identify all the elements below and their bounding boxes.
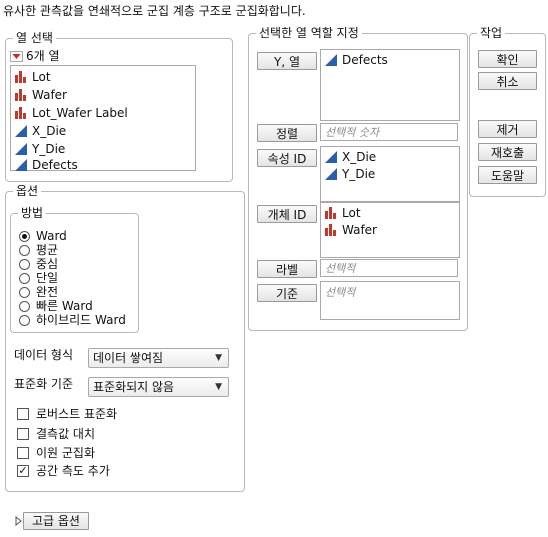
- nominal-bar-icon: [325, 224, 336, 236]
- radio-icon[interactable]: [19, 258, 30, 270]
- list-item[interactable]: Defects: [325, 51, 388, 69]
- column-item-label: Lot: [32, 70, 51, 84]
- actions-panel: 작업 확인 취소 제거 재호출 도움말: [469, 25, 546, 197]
- chevron-down-icon: ▼: [215, 353, 222, 363]
- checkbox-icon[interactable]: [17, 447, 29, 459]
- y-columns-list[interactable]: Defects: [320, 49, 460, 121]
- data-format-value: 데이터 쌓여짐: [93, 351, 164, 365]
- nominal-bar-icon: [325, 207, 336, 219]
- impute-missing-checkbox[interactable]: 결측값 대치: [17, 425, 95, 443]
- by-list[interactable]: 선택적: [320, 281, 460, 320]
- standardize-select[interactable]: 표준화되지 않음 ▼: [88, 377, 229, 397]
- checkbox-label: 공간 측도 추가: [36, 464, 110, 478]
- nominal-bar-icon: [15, 89, 26, 101]
- checkbox-icon[interactable]: [17, 428, 29, 440]
- advanced-options-toggle[interactable]: 고급 옵션: [15, 512, 89, 530]
- checkbox-label: 로버스트 표준화: [36, 407, 118, 421]
- role-assignment-panel: 선택한 열 역할 지정 Y, 열 Defects 정렬 선택적 숫자 속성 ID…: [248, 25, 468, 331]
- checkbox-icon[interactable]: [17, 408, 29, 420]
- label-button[interactable]: 라벨: [257, 260, 317, 278]
- object-id-list[interactable]: Lot Wafer: [320, 202, 460, 258]
- list-item-label: Defects: [342, 53, 388, 67]
- column-count-label: 6개 열: [26, 49, 60, 63]
- column-selection-title: 열 선택: [13, 30, 56, 46]
- instruction-text: 유사한 관측값을 연쇄적으로 군집 계층 구조로 군집화합니다.: [3, 4, 306, 18]
- actions-title: 작업: [477, 25, 506, 41]
- standardize-value: 표준화되지 않음: [93, 380, 175, 394]
- radio-label: 하이브리드 Ward: [36, 313, 126, 327]
- standardize-label: 표준화 기준: [14, 377, 74, 391]
- column-item-lot[interactable]: Lot: [15, 68, 51, 86]
- column-count-menu[interactable]: 6개 열: [10, 48, 60, 64]
- radio-icon[interactable]: [19, 314, 30, 326]
- radio-icon[interactable]: [19, 272, 30, 284]
- method-title: 방법: [18, 205, 47, 221]
- by-button[interactable]: 기준: [257, 284, 317, 302]
- list-item[interactable]: Y_Die: [325, 165, 375, 183]
- continuous-triangle-icon: [325, 151, 337, 163]
- column-item-label: Wafer: [32, 88, 67, 102]
- advanced-options-button[interactable]: 고급 옵션: [23, 512, 89, 530]
- continuous-triangle-icon: [325, 54, 337, 66]
- continuous-triangle-icon: [325, 168, 337, 180]
- continuous-triangle-icon: [15, 159, 27, 171]
- column-list[interactable]: Lot Wafer Lot_Wafer Label X_Die Y_Die De…: [10, 65, 196, 174]
- column-item-label: Defects: [32, 158, 78, 172]
- column-item-lot-wafer-label[interactable]: Lot_Wafer Label: [15, 104, 128, 122]
- list-item-label: Y_Die: [342, 167, 376, 181]
- order-button[interactable]: 정렬: [257, 124, 317, 142]
- options-title: 옵션: [13, 183, 42, 199]
- two-way-clustering-checkbox[interactable]: 이원 군집화: [17, 444, 95, 462]
- nominal-bar-icon: [15, 71, 26, 83]
- order-field[interactable]: 선택적 숫자: [320, 123, 458, 141]
- checkbox-checked-icon[interactable]: ✓: [17, 465, 29, 477]
- list-item[interactable]: Lot: [325, 204, 361, 222]
- chevron-down-icon: ▼: [215, 382, 222, 392]
- method-radio-hybrid-ward[interactable]: 하이브리드 Ward: [19, 312, 126, 328]
- attribute-id-list[interactable]: X_Die Y_Die: [320, 146, 460, 202]
- recall-button[interactable]: 재호출: [478, 143, 537, 161]
- column-item-label: X_Die: [32, 124, 67, 138]
- list-item[interactable]: X_Die: [325, 148, 376, 166]
- attribute-id-button[interactable]: 속성 ID: [257, 149, 317, 167]
- radio-icon[interactable]: [19, 286, 30, 298]
- column-item-wafer[interactable]: Wafer: [15, 86, 67, 104]
- by-placeholder: 선택적: [325, 286, 356, 299]
- radio-icon[interactable]: [19, 244, 30, 256]
- column-selection-panel: 열 선택 6개 열 Lot Wafer Lot_Wafer Label X_Di…: [5, 30, 233, 182]
- red-triangle-menu-icon[interactable]: [10, 50, 23, 62]
- robust-standardize-checkbox[interactable]: 로버스트 표준화: [17, 405, 117, 423]
- nominal-bar-icon: [15, 107, 26, 119]
- radio-selected-icon[interactable]: [19, 230, 30, 242]
- options-panel: 옵션 방법 Ward 평균 중심 단일 완전 빠른 Ward 하이브리드 War…: [5, 183, 245, 492]
- add-spatial-measures-checkbox[interactable]: ✓ 공간 측도 추가: [17, 462, 110, 480]
- method-panel: 방법 Ward 평균 중심 단일 완전 빠른 Ward 하이브리드 Ward: [10, 205, 139, 333]
- column-item-label: Lot_Wafer Label: [32, 106, 128, 120]
- label-field[interactable]: 선택적: [320, 259, 458, 277]
- object-id-button[interactable]: 개체 ID: [257, 205, 317, 223]
- list-item-label: X_Die: [342, 150, 377, 164]
- ok-button[interactable]: 확인: [478, 50, 537, 68]
- checkbox-label: 결측값 대치: [36, 427, 96, 441]
- y-columns-button[interactable]: Y, 열: [257, 52, 317, 70]
- continuous-triangle-icon: [15, 125, 27, 137]
- role-assignment-title: 선택한 열 역할 지정: [256, 25, 362, 41]
- data-format-label: 데이터 형식: [14, 348, 74, 362]
- disclosure-triangle-icon[interactable]: [15, 516, 22, 526]
- help-button[interactable]: 도움말: [478, 166, 537, 184]
- data-format-select[interactable]: 데이터 쌓여짐 ▼: [88, 348, 229, 368]
- radio-icon[interactable]: [19, 300, 30, 312]
- continuous-triangle-icon: [15, 143, 27, 155]
- list-item-label: Wafer: [342, 223, 377, 237]
- column-item-defects[interactable]: Defects: [15, 156, 78, 174]
- list-item-label: Lot: [342, 206, 361, 220]
- list-item[interactable]: Wafer: [325, 221, 377, 239]
- cancel-button[interactable]: 취소: [478, 72, 537, 90]
- checkbox-label: 이원 군집화: [36, 446, 96, 460]
- column-item-x-die[interactable]: X_Die: [15, 122, 66, 140]
- remove-button[interactable]: 제거: [478, 120, 537, 138]
